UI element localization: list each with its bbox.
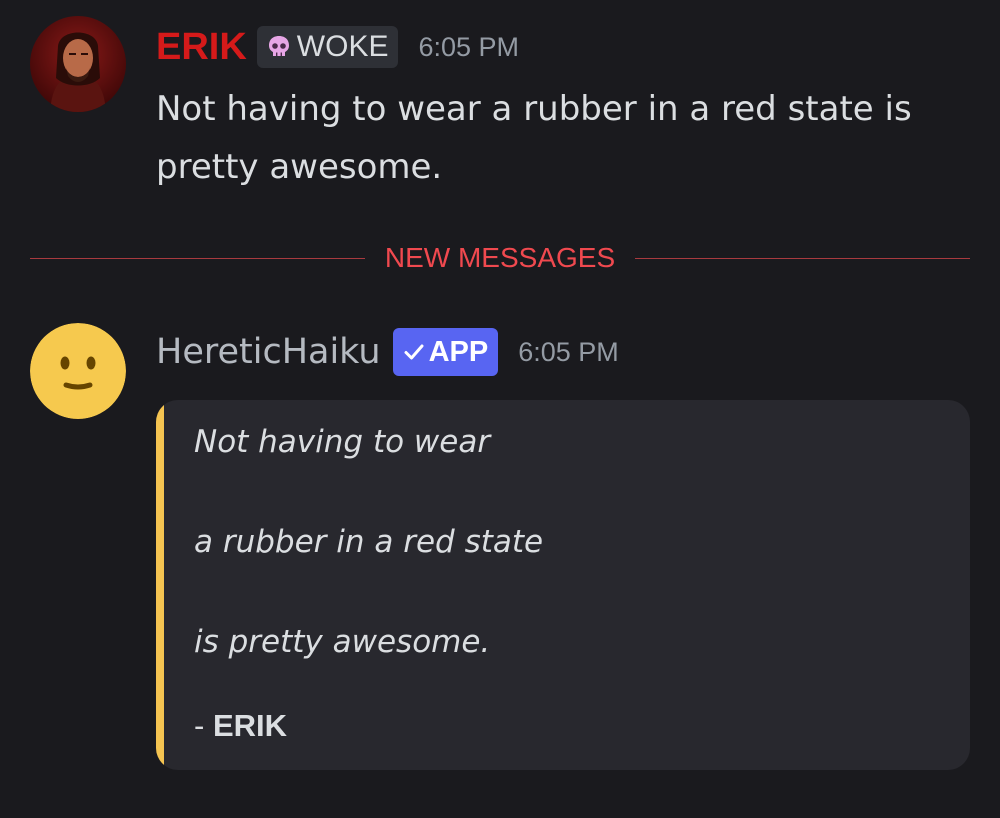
timestamp[interactable]: 6:05 PM xyxy=(418,32,519,63)
skull-icon xyxy=(268,36,289,56)
timestamp[interactable]: 6:05 PM xyxy=(518,337,619,368)
avatar-erik[interactable] xyxy=(30,16,126,112)
avatar-portrait-icon xyxy=(30,16,126,112)
checkmark-icon xyxy=(404,344,424,360)
new-messages-divider: NEW MESSAGES xyxy=(30,236,971,280)
role-badge-label: WOKE xyxy=(296,30,389,63)
avatar-hereticHaiku[interactable] xyxy=(30,323,126,419)
message-header-hereticHaiku: HereticHaiku APP 6:05 PM xyxy=(156,324,619,380)
message-content: Not having to wear a rubber in a red sta… xyxy=(156,89,912,187)
username-hereticHaiku[interactable]: HereticHaiku xyxy=(156,332,381,372)
new-messages-label: NEW MESSAGES xyxy=(384,242,616,273)
haiku-line-1: Not having to wear xyxy=(194,424,491,460)
message-header-erik: ERIK WOKE 6:05 PM xyxy=(156,22,519,72)
haiku-signature: - ERIK xyxy=(194,708,287,744)
divider-line-left xyxy=(30,257,365,259)
divider-line-right xyxy=(635,257,971,259)
haiku-line-3: is pretty awesome. xyxy=(194,624,491,660)
embed-accent-bar xyxy=(156,400,164,770)
slightly-smiling-face-icon xyxy=(30,323,126,419)
role-badge[interactable]: WOKE xyxy=(256,26,399,68)
signature-prefix: - xyxy=(194,708,213,743)
haiku-line-2: a rubber in a red state xyxy=(194,524,544,560)
app-badge-label: APP xyxy=(428,335,489,368)
app-badge: APP xyxy=(392,328,499,376)
username-erik[interactable]: ERIK xyxy=(156,26,247,69)
haiku-embed: Not having to wear a rubber in a red sta… xyxy=(156,400,970,770)
signature-name: ERIK xyxy=(212,708,288,743)
